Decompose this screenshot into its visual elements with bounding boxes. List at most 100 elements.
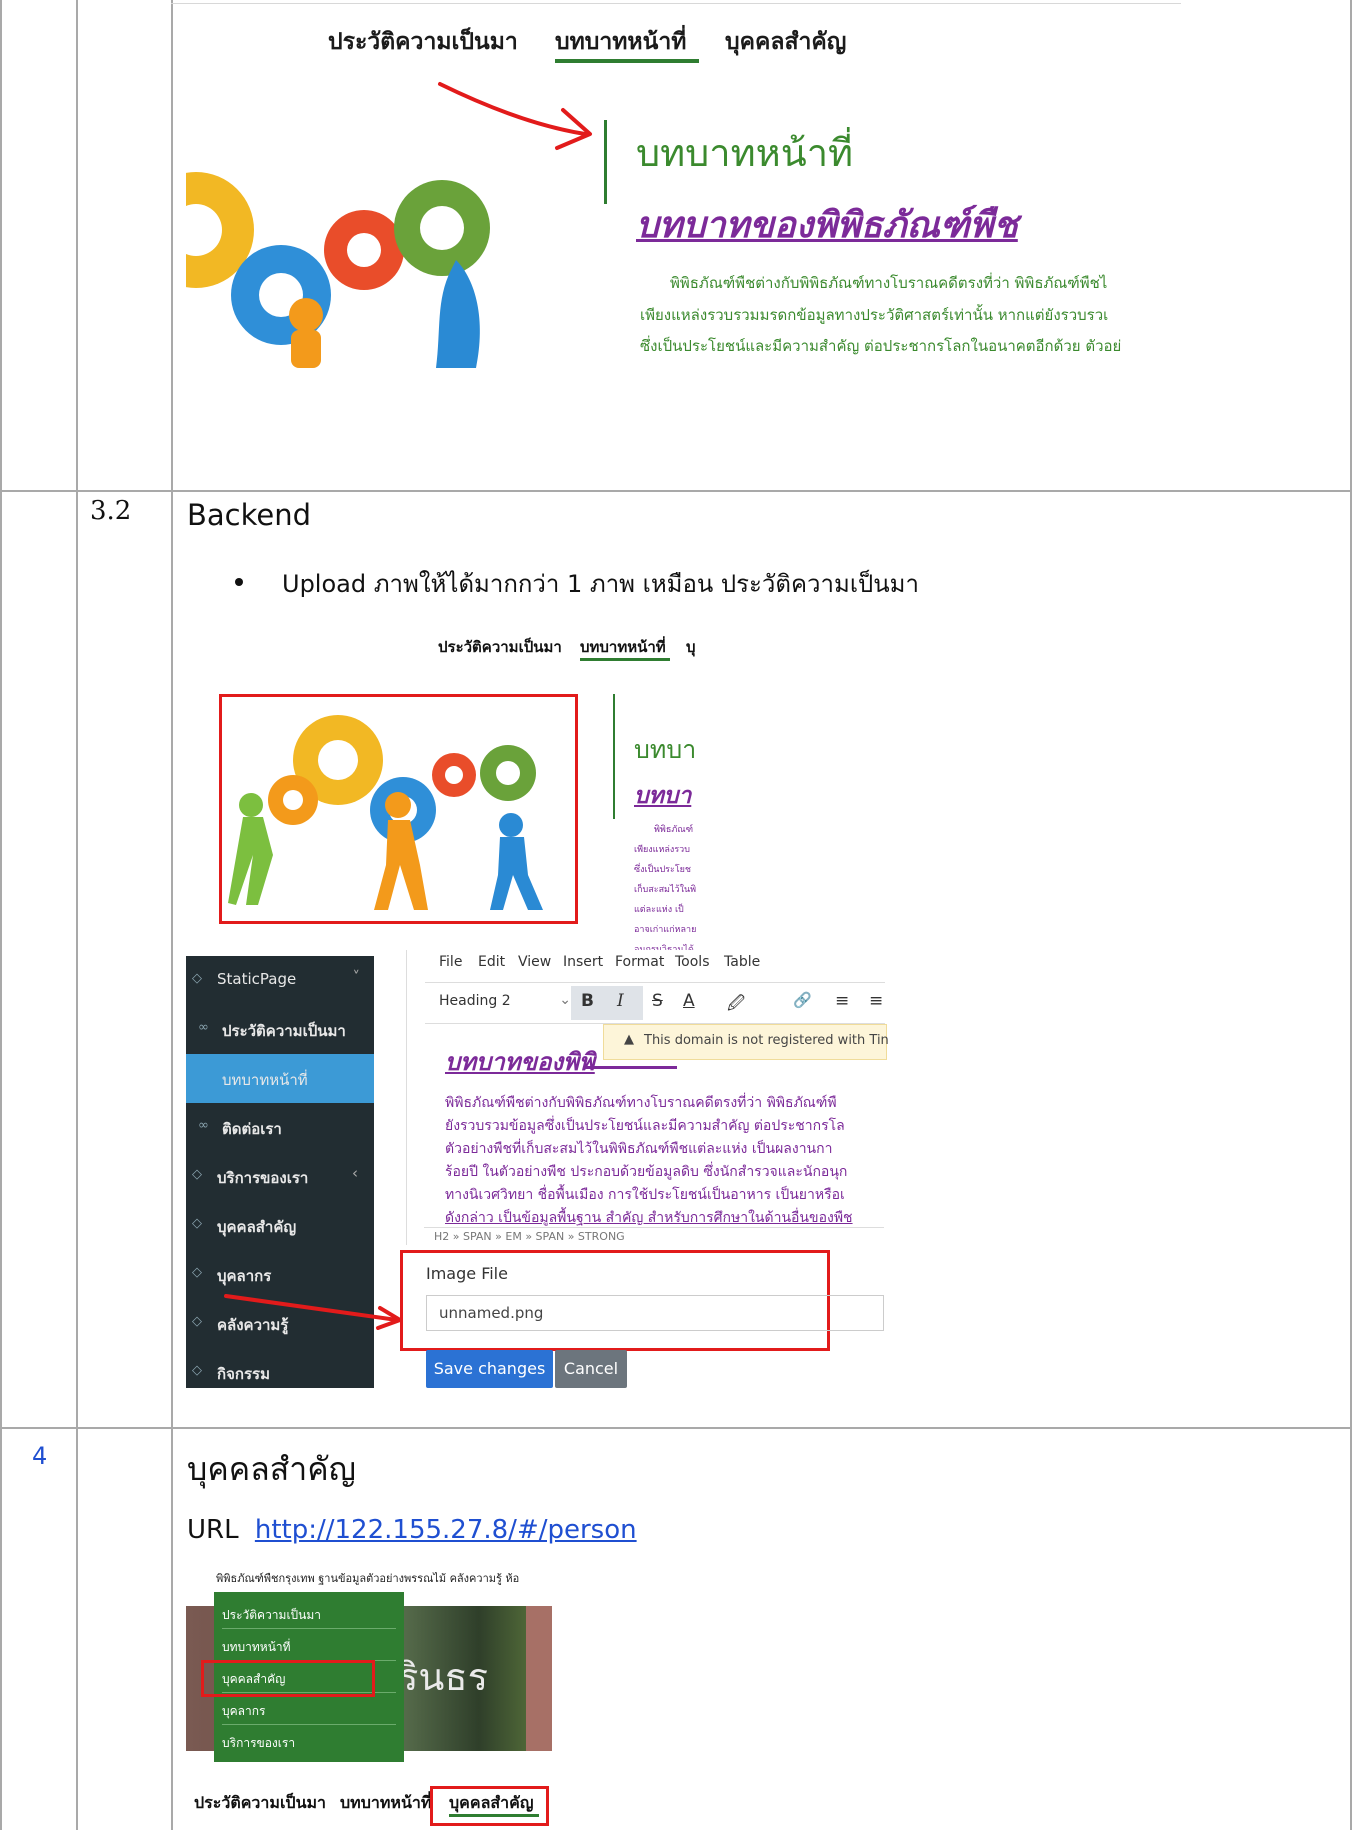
sidebar-item-contact[interactable]: ∞ ติดต่อเรา [186,1103,374,1152]
mini-tab-person[interactable]: บุ [686,635,696,659]
tag-icon: ◇ [192,1363,202,1378]
dropdown-item-staff[interactable]: บุคลากร [222,1702,265,1721]
menu-tools[interactable]: Tools [675,954,710,970]
highlight-button[interactable]: 🖉 [727,991,745,1020]
editor-line-1: พิพิธภัณฑ์พืชต่างกับพิพิธภัณฑ์ทางโบราณคด… [445,1095,837,1111]
menu-edit[interactable]: Edit [478,954,505,970]
paragraph-line-2: เพียงแหล่งรวบรวมมรดกข้อมูลทางประวัติศาสต… [640,306,1109,324]
table-border-left [0,0,2,1830]
chevron-down-icon: ⌄ [559,992,571,1008]
url-line: URL http://122.155.27.8/#/person [187,1515,637,1545]
table-col-divider-1 [76,0,78,1830]
mini-line-3: ซึ่งเป็นประโยช [634,865,692,875]
italic-button[interactable]: I [617,991,624,1011]
table-col-divider-2 [171,0,173,1830]
mini-line-2: เพียงแหล่งรวบ [634,845,690,855]
block-format-select[interactable]: Heading 2 ⌄ [435,990,575,1016]
document-page: ประวัติความเป็นมา บทบาทหน้าที่ บุคคลสำคั… [0,0,1355,1830]
align-center-button[interactable]: ≡ [869,991,883,1011]
red-arrow-annotation-2 [224,1294,402,1330]
tab-history[interactable]: ประวัติความเป็นมา [328,24,518,60]
tab-role[interactable]: บทบาทหน้าที่ [555,24,686,60]
mini-tab-history[interactable]: ประวัติความเป็นมา [438,635,562,659]
editor-line-3: ตัวอย่างพืชที่เก็บสะสมไว้ในพิพิธภัณฑ์พืช… [445,1141,833,1157]
link-icon: ∞ [198,1020,209,1035]
gears-illustration [186,172,490,368]
dropdown-item-role[interactable]: บทบาทหน้าที่ [222,1638,291,1657]
sidebar-item-staticpage[interactable]: ◇ StaticPage ˅ [186,956,374,1005]
role-heading: บทบาทหน้าที่ [636,131,854,175]
table-row-divider-1 [0,490,1352,492]
section-number-3-2: 3.2 [90,496,132,526]
bottom-tab-highlight [430,1786,549,1826]
editor-line-2: ยังรวบรวมข้อมูลซึ่งเป็นประโยชน์และมีความ… [445,1118,845,1134]
menu-table[interactable]: Table [724,954,760,970]
editor-statusbar: H2 » SPAN » EM » SPAN » STRONG [424,1227,884,1246]
role-subheading: บทบาทของพิพิธภัณฑ์พืช [636,205,1018,246]
bullet-text: Upload ภาพให้ได้มากกว่า 1 ภาพ เหมือน ประ… [282,570,919,598]
person-title: บุคคลสำคัญ [187,1450,356,1488]
site-navbar: พิพิธภัณฑ์พืชกรุงเทพ ฐานข้อมูลตัวอย่างพร… [216,1572,520,1585]
text-color-button[interactable]: A [683,991,695,1011]
tag-icon: ◇ [192,1265,202,1280]
menu-insert[interactable]: Insert [563,954,603,970]
sidebar-item-person[interactable]: ◇ บุคคลสำคัญ [186,1201,374,1250]
chevron-left-icon: ‹ [352,1164,358,1182]
editor-panel: File Edit View Insert Format Tools Table… [406,950,889,1245]
editor-line-5: ทางนิเวศวิทยา ชื่อพื้นเมือง การใช้ประโยช… [445,1187,845,1203]
link-icon: ∞ [198,1118,209,1133]
active-tab-underline [555,59,699,63]
tag-icon: ◇ [192,971,202,986]
menu-view[interactable]: View [518,954,551,970]
cancel-button[interactable]: Cancel [555,1350,627,1388]
menu-format[interactable]: Format [615,954,664,970]
banner-sign-text: ิรินธร [398,1655,488,1699]
heading-rule [604,120,607,204]
sidebar-item-activities[interactable]: ◇ กิจกรรม [186,1348,374,1388]
save-changes-button[interactable]: Save changes [426,1350,553,1388]
tag-icon: ◇ [192,1167,202,1182]
editor-title-underline [583,1066,677,1069]
tab-person[interactable]: บุคคลสำคัญ [725,24,846,60]
bottom-tab-history[interactable]: ประวัติความเป็นมา [194,1791,326,1816]
editor-line-4: ร้อยปี ในตัวอย่างพืช ประกอบด้วยข้อมูลดิบ… [445,1164,848,1180]
gears-workers-illustration [228,715,543,910]
mini-heading: บทบา [634,735,696,764]
person-url-link[interactable]: http://122.155.27.8/#/person [255,1515,637,1545]
sidebar-item-history[interactable]: ∞ ประวัติความเป็นมา [186,1005,374,1054]
dropdown-divider [222,1724,396,1725]
domain-warning: ▲ This domain is not registered with Tin [603,1024,889,1060]
editor-line-6: ดังกล่าว เป็นข้อมูลพื้นฐาน สำคัญ สำหรับก… [445,1210,853,1226]
banner-column [526,1606,552,1751]
editor-content-title: บทบาทของพิพิ [445,1048,595,1076]
chevron-down-icon: ˅ [352,968,361,986]
dropdown-person-highlight [201,1660,375,1697]
strikethrough-button[interactable]: S [652,991,663,1011]
paragraph-line-3: ซึ่งเป็นประโยชน์และมีความสำคัญ ต่อประชาก… [640,337,1122,355]
dropdown-item-history[interactable]: ประวัติความเป็นมา [222,1606,321,1625]
sidebar-item-role[interactable]: บทบาทหน้าที่ [186,1054,374,1103]
bottom-tab-role[interactable]: บทบาทหน้าที่ [340,1791,431,1816]
bold-button[interactable]: B [581,991,594,1011]
image-file-input[interactable]: unnamed.png [426,1295,884,1331]
tag-icon: ◇ [192,1216,202,1231]
link-button[interactable]: 🔗 [793,991,812,1009]
mini-line-4: เก็บสะสมไว้ในพิ [634,885,696,895]
table-row-divider-2 [0,1427,1352,1429]
dropdown-divider [222,1628,396,1629]
table-border-right [1350,0,1352,1830]
mini-heading-rule [613,694,615,819]
table-top-line [171,3,1181,4]
menu-file[interactable]: File [439,954,462,970]
red-arrow-annotation [438,82,592,150]
mini-subheading: บทบา [634,783,692,809]
section-number-4: 4 [32,1442,48,1470]
mini-tab-role[interactable]: บทบาทหน้าที่ [580,635,666,659]
mini-line-1: พิพิธภัณฑ์ [654,825,694,835]
bullet-dot [235,578,243,586]
backend-title: Backend [187,498,312,532]
align-left-button[interactable]: ≡ [835,991,849,1011]
dropdown-item-services[interactable]: บริการของเรา [222,1734,295,1753]
sidebar-item-services[interactable]: ◇ บริการของเรา ‹ [186,1152,374,1201]
url-label: URL [187,1515,239,1545]
